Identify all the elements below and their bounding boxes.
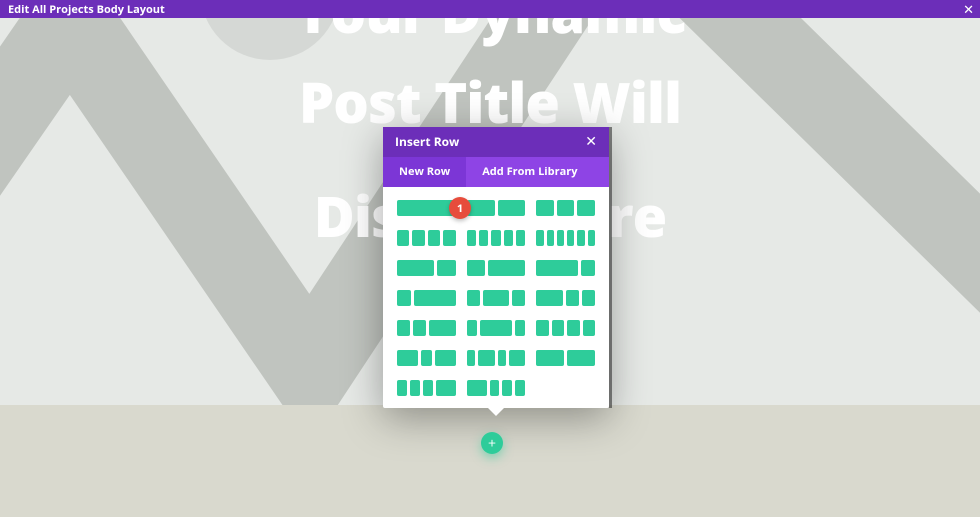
layout-1-3[interactable] [397, 290, 456, 306]
editor-topbar: Edit All Projects Body Layout ✕ [0, 0, 980, 18]
tab-new-row[interactable]: New Row [383, 157, 466, 187]
lower-section [0, 405, 980, 517]
plus-icon: + [488, 434, 496, 453]
insert-row-modal: Insert Row ✕ New Row Add From Library [383, 127, 609, 408]
add-row-button[interactable]: + [481, 432, 503, 454]
layout-2-2[interactable] [536, 350, 595, 366]
step-badge-1: 1 [449, 197, 471, 219]
modal-title: Insert Row [395, 127, 459, 157]
topbar-title: Edit All Projects Body Layout [8, 2, 165, 17]
modal-arrow-icon [488, 408, 504, 416]
layout-1-2[interactable] [467, 260, 526, 276]
step-badge-number: 1 [457, 201, 463, 216]
layout-1-1-2[interactable] [397, 320, 456, 336]
layout-3col[interactable] [536, 200, 595, 216]
layout-3-1[interactable] [536, 260, 595, 276]
modal-tabs: New Row Add From Library [383, 157, 609, 187]
layout-4col[interactable] [397, 230, 456, 246]
layout-options [383, 187, 609, 408]
layout-2-1[interactable] [397, 260, 456, 276]
modal-close-icon[interactable]: ✕ [585, 127, 597, 157]
layout-2-1-2[interactable] [397, 350, 456, 366]
layout-1-2-1-2[interactable] [467, 350, 526, 366]
tab-add-from-library[interactable]: Add From Library [466, 157, 593, 187]
layout-6col[interactable] [536, 230, 595, 246]
layout-5col[interactable] [467, 230, 526, 246]
layout-1-3-1[interactable] [467, 320, 526, 336]
layout-2-1-1-1[interactable] [467, 380, 526, 396]
layout-1-1-1-2[interactable] [397, 380, 456, 396]
layout-2col[interactable] [467, 200, 526, 216]
layout-1-1-1-1w[interactable] [536, 320, 595, 336]
layout-1col[interactable] [397, 200, 456, 216]
close-icon[interactable]: ✕ [963, 3, 974, 16]
layout-2-1-1[interactable] [536, 290, 595, 306]
modal-header[interactable]: Insert Row ✕ [383, 127, 609, 157]
layout-1-2-1[interactable] [467, 290, 526, 306]
